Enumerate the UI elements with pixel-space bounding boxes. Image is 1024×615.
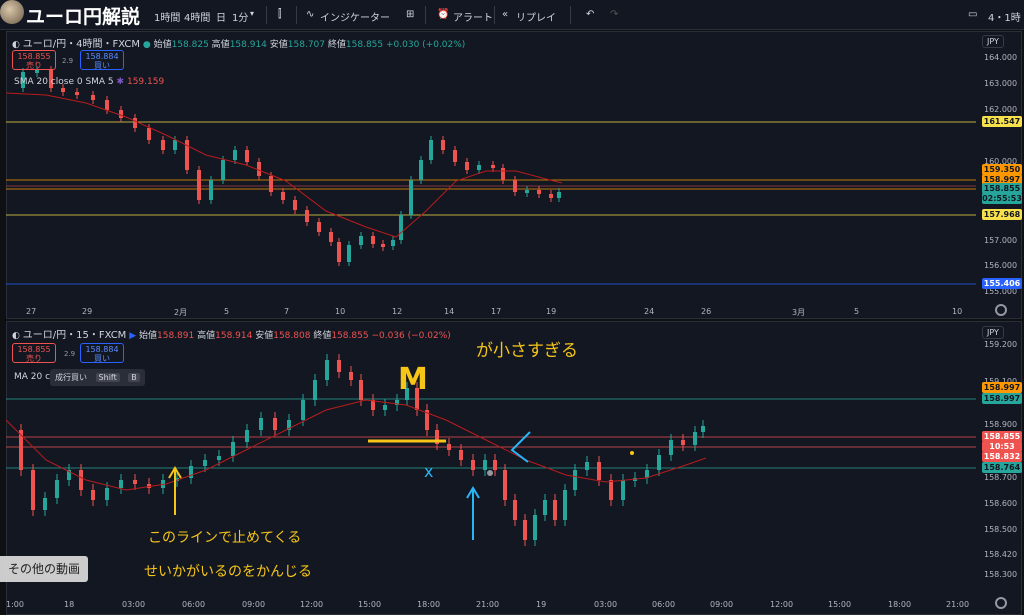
x-axis-tick: 29 xyxy=(82,307,93,316)
x-axis-tick: 12:00 xyxy=(770,600,794,609)
x-axis-tick: 06:00 xyxy=(182,600,206,609)
x-axis-tick: 2月 xyxy=(174,308,188,317)
x-axis-tick: 5 xyxy=(854,307,860,316)
price-label: 157.968 xyxy=(982,209,1022,220)
y-axis-tick: 158.300 xyxy=(984,570,1018,579)
price-label: 158.997 xyxy=(982,393,1022,404)
x-axis-tick: 10 xyxy=(335,307,346,316)
y-axis-tick: 164.000 xyxy=(984,53,1018,62)
y-axis-tick: 157.000 xyxy=(984,236,1018,245)
price-label: 02:55:53 xyxy=(982,193,1022,204)
x-axis-tick: 12 xyxy=(392,307,403,316)
x-axis-tick: 10 xyxy=(952,307,963,316)
x-axis-tick: 21:00 xyxy=(946,600,970,609)
x-axis-tick: 7 xyxy=(284,307,290,316)
y-axis-tick: 158.700 xyxy=(984,473,1018,482)
y-axis-tick: 158.500 xyxy=(984,525,1018,534)
x-axis-tick: 26 xyxy=(701,307,712,316)
annotation-arrow-blue-left xyxy=(510,431,531,463)
x-axis-tick: 03:00 xyxy=(594,600,618,609)
x-axis-tick: 24 xyxy=(644,307,655,316)
price-label: 158.764 xyxy=(982,462,1022,473)
x-axis-tick: 19 xyxy=(546,307,557,316)
price-label: 161.547 xyxy=(982,116,1022,127)
x-axis-tick: 03:00 xyxy=(122,600,146,609)
price-label: 158.832 xyxy=(982,451,1022,462)
x-axis-tick: 15:00 xyxy=(358,600,382,609)
x-axis-tick: 1:00 xyxy=(6,600,24,609)
price-label: 155.406 xyxy=(982,278,1022,289)
x-axis-tick: 21:00 xyxy=(476,600,500,609)
x-axis-tick: 5 xyxy=(224,307,230,316)
annotation-dot xyxy=(630,451,634,455)
y-axis-tick: 158.420 xyxy=(984,550,1018,559)
y-axis-tick: 162.000 xyxy=(984,105,1018,114)
x-axis-tick: 27 xyxy=(26,307,37,316)
y-axis-tick: 159.200 xyxy=(984,340,1018,349)
other-videos-button[interactable]: その他の動画 xyxy=(0,556,89,582)
price-label: 158.997 xyxy=(982,382,1022,393)
x-axis-tick: 12:00 xyxy=(300,600,324,609)
x-axis-tick: 18:00 xyxy=(417,600,441,609)
x-axis-tick: 18:00 xyxy=(888,600,912,609)
y-axis-tick: 163.000 xyxy=(984,79,1018,88)
x-axis-tick: 19 xyxy=(536,600,547,609)
x-axis-tick: 09:00 xyxy=(242,600,266,609)
x-axis-tick: 14 xyxy=(444,307,455,316)
x-axis-tick: 17 xyxy=(491,307,502,316)
y-axis-tick: 158.600 xyxy=(984,499,1018,508)
y-axis-tick: 158.900 xyxy=(984,420,1018,429)
y-axis-tick: 156.000 xyxy=(984,261,1018,270)
x-axis-tick: 3月 xyxy=(792,308,806,317)
x-axis-tick: 18 xyxy=(64,600,75,609)
x-axis-tick: 15:00 xyxy=(828,600,852,609)
annotation-strokes xyxy=(168,431,634,540)
x-axis-tick: 06:00 xyxy=(652,600,676,609)
x-axis-tick: 09:00 xyxy=(710,600,734,609)
